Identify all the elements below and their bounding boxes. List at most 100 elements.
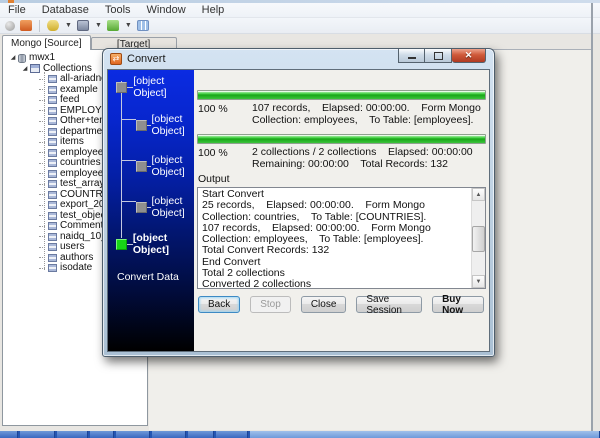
collection-table-icon: [48, 233, 57, 241]
wizard-caption: Convert Data: [117, 271, 179, 283]
convert-app-icon: [110, 53, 122, 65]
wizard-step-square-icon: [136, 120, 147, 131]
collection-table-icon: [48, 212, 57, 220]
taskbar-button[interactable]: [152, 431, 186, 438]
chevron-down-icon[interactable]: ▼: [95, 22, 102, 29]
collection-table-icon: [48, 138, 57, 146]
wizard-step: [object Object]: [136, 113, 194, 137]
output-line: Converted 2 collections: [202, 279, 469, 288]
tree-guide-line: [39, 142, 45, 143]
output-line: 107 records, Elapsed: 00:00:00. Form Mon…: [202, 223, 469, 246]
collection-progress-bar: [197, 90, 486, 100]
toolbar: ▼ ▼ ▼: [0, 18, 600, 34]
expander-icon[interactable]: [9, 53, 17, 64]
collection-progress-caption: 100 % 107 records, Elapsed: 00:00:00. Fo…: [196, 100, 487, 130]
tab-mongo-source[interactable]: Mongo [Source]: [2, 35, 91, 50]
minimize-button[interactable]: [398, 49, 425, 63]
taskbar-button[interactable]: [216, 431, 248, 438]
wizard-step-square-icon: [116, 82, 127, 93]
taskbar-button[interactable]: [0, 431, 18, 438]
output-box: Start Convert25 records, Elapsed: 00:00:…: [197, 187, 486, 289]
taskbar-button[interactable]: [250, 431, 600, 438]
close-button[interactable]: [452, 49, 486, 63]
menubar: File Database Tools Window Help: [0, 3, 600, 18]
tree-item-label: test_array: [60, 179, 104, 190]
view-icon[interactable]: [77, 20, 89, 31]
collections-icon: [30, 64, 40, 73]
tree-guide-line: [39, 121, 45, 122]
tree-guide-line: [39, 236, 45, 237]
wizard-step: [object Object]: [116, 232, 194, 256]
collection-table-icon: [48, 222, 57, 230]
taskbar-button[interactable]: [188, 431, 214, 438]
connection-wizard-icon[interactable]: [20, 20, 32, 31]
taskbar-button[interactable]: [20, 431, 55, 438]
dialog-titlebar[interactable]: Convert: [103, 49, 494, 69]
total-progress-bar: [197, 134, 486, 144]
maximize-button[interactable]: [425, 49, 452, 63]
wizard-step: [object Object]: [136, 195, 194, 219]
tree-guide-line: [39, 89, 45, 90]
collection-table-icon: [48, 254, 57, 262]
dialog-button-row: Back Stop Close Save Session Buy Now: [196, 289, 487, 313]
back-button[interactable]: Back: [198, 296, 240, 313]
expander-icon[interactable]: [21, 64, 29, 75]
wizard-step-label: [object Object]: [151, 195, 194, 219]
taskbar: [0, 431, 600, 438]
collection-table-icon: [48, 107, 57, 115]
wizard-step: [object Object]: [116, 75, 194, 99]
tree-guide-line: [39, 131, 45, 132]
tree-item-label: isodate: [60, 263, 92, 274]
power-orb-icon[interactable]: [5, 21, 15, 31]
toolbar-separator: [39, 20, 40, 32]
total-progress-text: 2 collections / 2 collections Elapsed: 0…: [252, 147, 485, 170]
wizard-step-square-icon: [136, 161, 147, 172]
source-database-icon[interactable]: [47, 20, 59, 31]
target-database-icon[interactable]: [107, 20, 119, 31]
tree-guide-line: [39, 163, 45, 164]
tree-guide-line: [39, 79, 45, 80]
collection-table-icon: [48, 243, 57, 251]
taskbar-button[interactable]: [57, 431, 88, 438]
tree-item-label: feed: [60, 95, 79, 106]
tree-guide-line: [39, 257, 45, 258]
output-scrollbar[interactable]: [471, 188, 485, 288]
taskbar-button[interactable]: [90, 431, 114, 438]
tree-item-label: users: [60, 242, 84, 253]
collection-table-icon: [48, 117, 57, 125]
collection-table-icon: [48, 96, 57, 104]
tree-guide-line: [39, 173, 45, 174]
wizard-step-square-icon: [116, 239, 127, 250]
tree-guide-line: [39, 215, 45, 216]
output-log[interactable]: Start Convert25 records, Elapsed: 00:00:…: [198, 188, 471, 288]
menu-item[interactable]: Tools: [105, 4, 131, 16]
output-line: 25 records, Elapsed: 00:00:00. Form Mong…: [202, 200, 469, 223]
tree-guide-line: [39, 268, 45, 269]
save-session-button[interactable]: Save Session: [356, 296, 422, 313]
taskbar-button[interactable]: [116, 431, 150, 438]
collection-table-icon: [48, 170, 57, 178]
chevron-down-icon[interactable]: ▼: [125, 22, 132, 29]
menu-item[interactable]: Window: [147, 4, 186, 16]
scrollbar-track[interactable]: [472, 201, 485, 275]
buy-now-button[interactable]: Buy Now: [432, 296, 484, 313]
total-progress-percent: 100 %: [198, 147, 252, 170]
tree-item-label: countries: [60, 158, 101, 169]
chevron-down-icon[interactable]: ▼: [65, 22, 72, 29]
tree-guide-line: [39, 184, 45, 185]
grid-icon[interactable]: [137, 20, 149, 31]
tree-guide-line: [39, 205, 45, 206]
close-dialog-button[interactable]: Close: [301, 296, 347, 313]
scroll-up-icon[interactable]: [472, 188, 485, 201]
wizard-step-label: [object Object]: [133, 75, 194, 99]
collection-table-icon: [48, 149, 57, 157]
application-window: File Database Tools Window Help ▼ ▼ ▼ Mongo …: [0, 0, 600, 438]
menu-item[interactable]: File: [8, 4, 26, 16]
wizard-step-label: [object Object]: [151, 154, 194, 178]
scrollbar-thumb[interactable]: [472, 226, 485, 252]
scroll-down-icon[interactable]: [472, 275, 485, 288]
menu-item[interactable]: Help: [202, 4, 225, 16]
menu-item[interactable]: Database: [42, 4, 89, 16]
collection-table-icon: [48, 191, 57, 199]
collection-progress-percent: 100 %: [198, 103, 252, 130]
